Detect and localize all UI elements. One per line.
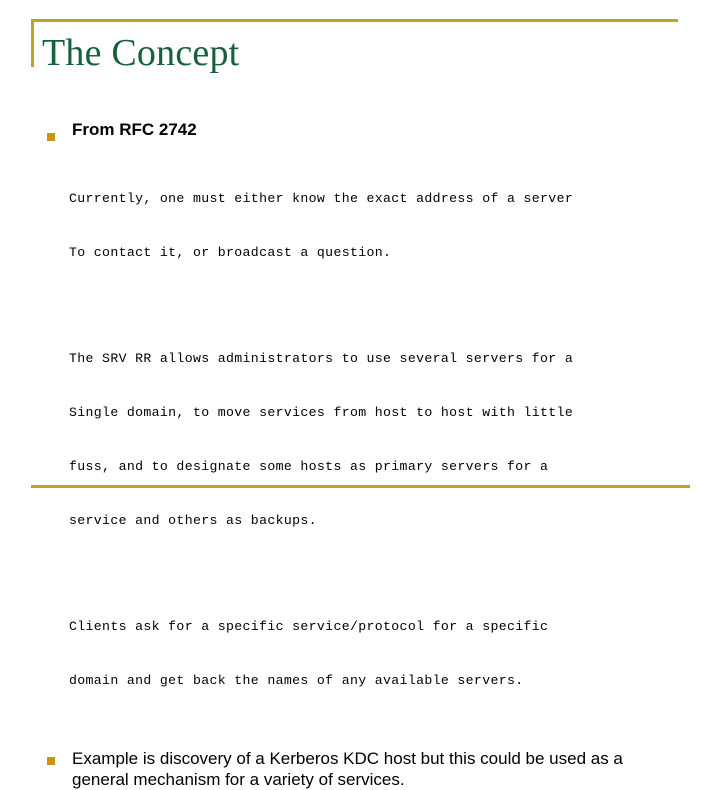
bullet-item-from-rfc: From RFC 2742	[0, 120, 720, 141]
slide-body: From RFC 2742 Currently, one must either…	[0, 120, 720, 790]
quote-line: domain and get back the names of any ava…	[69, 673, 524, 688]
footer-rule	[31, 485, 690, 488]
bullet-text-example: Example is discovery of a Kerberos KDC h…	[72, 749, 623, 789]
square-bullet-icon	[47, 133, 55, 141]
quote-line: The SRV RR allows administrators to use …	[69, 351, 574, 366]
slide: The Concept From RFC 2742 Currently, one…	[0, 0, 720, 789]
quote-line: To contact it, or broadcast a question.	[69, 245, 392, 260]
square-bullet-icon	[47, 757, 55, 765]
header-rule-horizontal	[31, 19, 678, 22]
bullet-item-example: Example is discovery of a Kerberos KDC h…	[0, 748, 720, 790]
bullet-heading-from-rfc: From RFC 2742	[72, 120, 197, 139]
header-rule-vertical	[31, 19, 34, 67]
quote-block-clients: Clients ask for a specific service/proto…	[69, 582, 720, 726]
quote-line: Currently, one must either know the exac…	[69, 191, 574, 206]
quote-block-currently: Currently, one must either know the exac…	[69, 154, 720, 298]
quote-line: service and others as backups.	[69, 513, 317, 528]
slide-title: The Concept	[42, 32, 240, 74]
quote-line: Single domain, to move services from hos…	[69, 405, 574, 420]
quote-line: fuss, and to designate some hosts as pri…	[69, 459, 549, 474]
quote-block-srv-rr: The SRV RR allows administrators to use …	[69, 314, 720, 566]
quote-line: Clients ask for a specific service/proto…	[69, 619, 549, 634]
